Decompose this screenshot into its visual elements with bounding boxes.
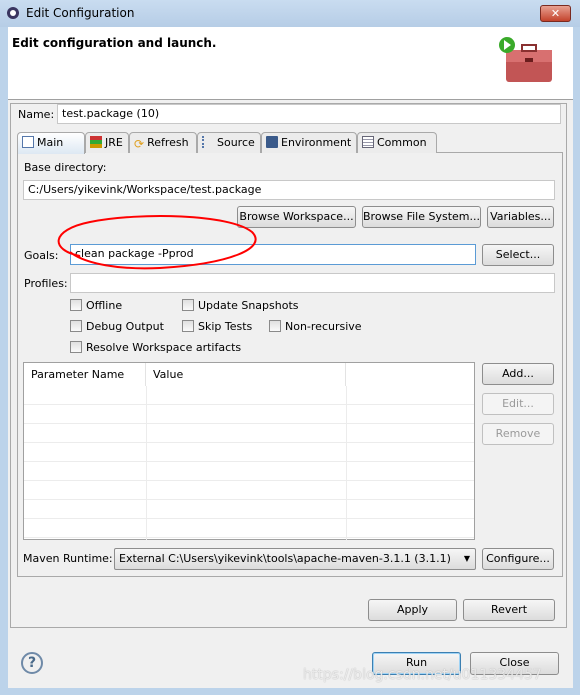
offline-checkbox[interactable]: Offline <box>70 299 122 312</box>
tab-refresh[interactable]: ⟳ Refresh <box>129 132 197 153</box>
tab-source[interactable]: Source <box>197 132 261 153</box>
checkbox-box[interactable] <box>182 299 194 311</box>
main-tab-icon <box>22 136 34 148</box>
tab-label: Environment <box>281 136 352 149</box>
tab-label: Source <box>217 136 255 149</box>
tab-label: Refresh <box>147 136 189 149</box>
checkbox-label: Non-recursive <box>285 320 362 333</box>
chevron-down-icon: ▼ <box>463 554 470 563</box>
refresh-icon: ⟳ <box>134 137 145 151</box>
checkbox-box[interactable] <box>269 320 281 332</box>
checkbox-label: Debug Output <box>86 320 164 333</box>
red-ellipse-annotation <box>57 215 257 270</box>
checkbox-box[interactable] <box>70 299 82 311</box>
skip-tests-checkbox[interactable]: Skip Tests <box>182 320 252 333</box>
checkbox-box[interactable] <box>182 320 194 332</box>
non-recursive-checkbox[interactable]: Non-recursive <box>269 320 362 333</box>
tab-label: JRE <box>105 136 123 149</box>
checkbox-box[interactable] <box>70 320 82 332</box>
checkbox-label: Resolve Workspace artifacts <box>86 341 242 354</box>
common-icon <box>362 136 374 148</box>
table-row[interactable] <box>24 519 474 538</box>
books-icon <box>90 136 102 148</box>
table-row[interactable] <box>24 386 474 405</box>
tab-main[interactable]: Main <box>17 132 85 154</box>
environment-icon <box>266 136 278 148</box>
name-label: Name: <box>18 108 55 121</box>
header-title: Edit configuration and launch. <box>12 36 217 50</box>
column-header-extra[interactable] <box>346 363 474 386</box>
window-close-button[interactable]: ✕ <box>540 5 571 22</box>
watermark: https://blog.csdn.net/u011334457 <box>303 667 542 683</box>
column-header-value[interactable]: Value <box>146 363 346 386</box>
eclipse-icon <box>7 7 19 19</box>
window-title: Edit Configuration <box>26 6 135 20</box>
column-header-parameter-name[interactable]: Parameter Name <box>24 363 146 386</box>
base-directory-label: Base directory: <box>24 161 107 174</box>
tab-common[interactable]: Common <box>357 132 437 153</box>
add-parameter-button[interactable]: Add... <box>482 363 554 385</box>
table-row[interactable] <box>24 405 474 424</box>
browse-file-system-button[interactable]: Browse File System... <box>362 206 481 228</box>
table-row[interactable] <box>24 424 474 443</box>
maven-runtime-label: Maven Runtime: <box>23 552 113 565</box>
tab-label: Main <box>37 136 64 149</box>
toolbox-launch-icon <box>499 37 552 82</box>
apply-button[interactable]: Apply <box>368 599 457 621</box>
tab-environment[interactable]: Environment <box>261 132 357 153</box>
source-icon <box>202 136 214 148</box>
revert-button[interactable]: Revert <box>463 599 555 621</box>
profiles-label: Profiles: <box>24 277 68 290</box>
maven-runtime-value: External C:\Users\yikevink\tools\apache-… <box>119 552 451 565</box>
variables-button[interactable]: Variables... <box>487 206 554 228</box>
debug-output-checkbox[interactable]: Debug Output <box>70 320 164 333</box>
help-icon[interactable]: ? <box>21 652 43 674</box>
checkbox-label: Update Snapshots <box>198 299 299 312</box>
checkbox-label: Skip Tests <box>198 320 253 333</box>
profiles-input[interactable] <box>70 273 555 293</box>
resolve-workspace-checkbox[interactable]: Resolve Workspace artifacts <box>70 341 241 354</box>
base-directory-input[interactable]: C:/Users/yikevink/Workspace/test.package <box>23 180 555 200</box>
configure-runtime-button[interactable]: Configure... <box>482 548 554 570</box>
parameters-table[interactable]: Parameter Name Value <box>23 362 475 540</box>
maven-runtime-dropdown[interactable]: External C:\Users\yikevink\tools\apache-… <box>114 548 476 570</box>
tab-jre[interactable]: JRE <box>85 132 129 153</box>
checkbox-box[interactable] <box>70 341 82 353</box>
table-row[interactable] <box>24 462 474 481</box>
table-row[interactable] <box>24 443 474 462</box>
update-snapshots-checkbox[interactable]: Update Snapshots <box>182 299 299 312</box>
table-row[interactable] <box>24 481 474 500</box>
remove-parameter-button[interactable]: Remove <box>482 423 554 445</box>
table-row[interactable] <box>24 500 474 519</box>
name-input[interactable]: test.package (10) <box>57 104 561 124</box>
edit-parameter-button[interactable]: Edit... <box>482 393 554 415</box>
tab-label: Common <box>377 136 427 149</box>
select-goals-button[interactable]: Select... <box>482 244 554 266</box>
checkbox-label: Offline <box>86 299 123 312</box>
